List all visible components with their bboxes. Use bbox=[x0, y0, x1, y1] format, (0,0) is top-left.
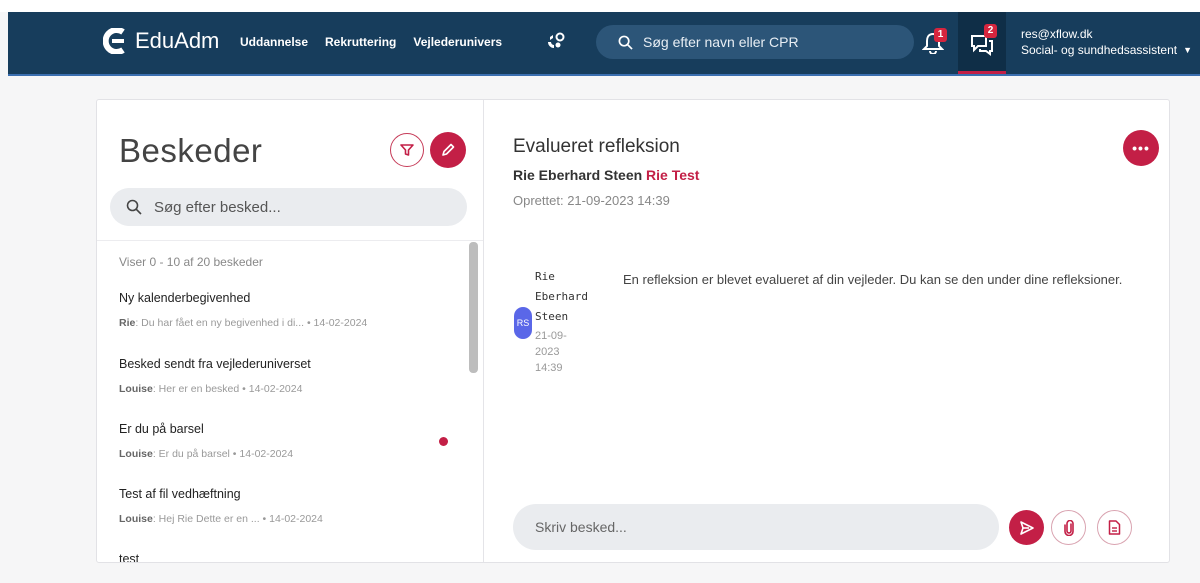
message-sender: Louise bbox=[119, 448, 153, 460]
sender-name-line: Steen bbox=[535, 310, 569, 323]
conversation-created: Oprettet: 21-09-2023 14:39 bbox=[513, 193, 670, 208]
message-list-item[interactable]: test bbox=[119, 552, 449, 562]
conversation-panel: Evalueret refleksion Rie Eberhard Steen … bbox=[485, 100, 1169, 562]
unread-indicator bbox=[439, 437, 448, 446]
list-scrollbar[interactable] bbox=[469, 242, 478, 373]
send-button[interactable] bbox=[1009, 510, 1044, 545]
message-sender: Louise bbox=[119, 513, 153, 525]
message-sender: Rie bbox=[119, 317, 136, 329]
nav-link-uddannelse[interactable]: Uddannelse bbox=[240, 35, 308, 49]
global-search bbox=[596, 25, 914, 59]
logo-text: EduAdm bbox=[135, 28, 220, 53]
messages-list-panel: Beskeder Viser 0 - 10 af 20 beskeder Ny … bbox=[97, 100, 484, 562]
message-subject: Ny kalenderbegivenhed bbox=[119, 291, 251, 305]
message-count: Viser 0 - 10 af 20 beskeder bbox=[119, 255, 263, 269]
message-preview: : Her er en besked • 14-02-2024 bbox=[152, 383, 303, 395]
message-preview: : Hej Rie Dette er en ... • 14-02-2024 bbox=[152, 513, 323, 525]
more-options-button[interactable]: ••• bbox=[1123, 130, 1159, 166]
search-icon bbox=[618, 35, 633, 50]
avatar: RS bbox=[514, 307, 532, 339]
message-list: Viser 0 - 10 af 20 beskeder Ny kalenderb… bbox=[97, 240, 483, 562]
message-sender: Louise bbox=[119, 383, 153, 395]
document-icon bbox=[1108, 520, 1121, 535]
messages-button[interactable]: 2 bbox=[958, 12, 1006, 74]
message-subject: test bbox=[119, 552, 140, 562]
conversation-participants: Rie Eberhard Steen Rie Test bbox=[513, 167, 699, 183]
user-menu[interactable]: res@xflow.dk Social- og sundhedsassisten… bbox=[1021, 26, 1192, 58]
more-icon: ••• bbox=[1132, 140, 1150, 156]
search-icon bbox=[126, 199, 142, 215]
new-message-button[interactable] bbox=[430, 132, 466, 168]
message-list-item[interactable]: Er du på barsel Louise: Er du på barsel … bbox=[119, 422, 449, 460]
timestamp-line: 14:39 bbox=[535, 362, 563, 374]
filter-button[interactable] bbox=[390, 133, 424, 167]
sender-name-line: Eberhard bbox=[535, 290, 588, 303]
message-preview: : Du har fået en ny begivenhed i di... •… bbox=[135, 317, 368, 329]
page-title: Beskeder bbox=[119, 132, 263, 169]
top-strip bbox=[0, 0, 1200, 12]
app-logo[interactable]: EduAdm bbox=[103, 28, 219, 54]
message-preview: : Er du på barsel • 14-02-2024 bbox=[152, 448, 294, 460]
user-role: Social- og sundhedsassistent bbox=[1021, 43, 1178, 57]
message-search bbox=[110, 188, 467, 226]
message-list-item[interactable]: Ny kalenderbegivenhed Rie: Du har fået e… bbox=[119, 291, 449, 329]
nav-link-vejlederunivers[interactable]: Vejlederunivers bbox=[413, 35, 502, 49]
caret-down-icon: ▼ bbox=[1183, 45, 1193, 55]
message-timestamp: 21-09- 2023 14:39 bbox=[535, 328, 575, 376]
timestamp-line: 21-09- bbox=[535, 330, 567, 342]
message-list-item[interactable]: Test af fil vedhæftning Louise: Hej Rie … bbox=[119, 487, 449, 525]
global-search-input[interactable] bbox=[643, 34, 903, 50]
main-nav: Uddannelse Rekruttering Vejlederunivers bbox=[240, 35, 502, 49]
logo-icon bbox=[103, 28, 125, 54]
timestamp-line: 2023 bbox=[535, 346, 560, 358]
settings-gear-icon[interactable] bbox=[544, 30, 568, 54]
conversation-title: Evalueret refleksion bbox=[513, 136, 680, 157]
message-list-item[interactable]: Besked sendt fra vejlederuniverset Louis… bbox=[119, 357, 449, 395]
messages-badge: 2 bbox=[984, 24, 997, 38]
participant-secondary[interactable]: Rie Test bbox=[646, 167, 699, 183]
template-button[interactable] bbox=[1097, 510, 1132, 545]
top-navbar: EduAdm Uddannelse Rekruttering Vejlederu… bbox=[8, 12, 1200, 76]
message-subject: Test af fil vedhæftning bbox=[119, 487, 241, 501]
sender-name-line: Rie bbox=[535, 270, 555, 283]
paperclip-icon bbox=[1063, 519, 1074, 536]
message-search-input[interactable] bbox=[154, 198, 444, 216]
user-email: res@xflow.dk bbox=[1021, 27, 1093, 41]
messages-card: Beskeder Viser 0 - 10 af 20 beskeder Ny … bbox=[96, 99, 1170, 563]
compose-input[interactable] bbox=[535, 519, 975, 535]
message-sender-name: Rie Eberhard Steen bbox=[535, 267, 588, 327]
message-body: En refleksion er blevet evalueret af din… bbox=[623, 272, 1123, 287]
nav-link-rekruttering[interactable]: Rekruttering bbox=[325, 35, 396, 49]
compose-field bbox=[513, 504, 999, 550]
message-subject: Er du på barsel bbox=[119, 422, 204, 436]
notifications-badge: 1 bbox=[934, 28, 947, 42]
send-icon bbox=[1019, 520, 1034, 535]
notifications-button[interactable]: 1 bbox=[920, 28, 950, 56]
pencil-icon bbox=[442, 143, 455, 156]
participant-primary: Rie Eberhard Steen bbox=[513, 167, 643, 183]
message-subject: Besked sendt fra vejlederuniverset bbox=[119, 357, 311, 371]
attach-button[interactable] bbox=[1051, 510, 1086, 545]
filter-icon bbox=[400, 144, 414, 156]
